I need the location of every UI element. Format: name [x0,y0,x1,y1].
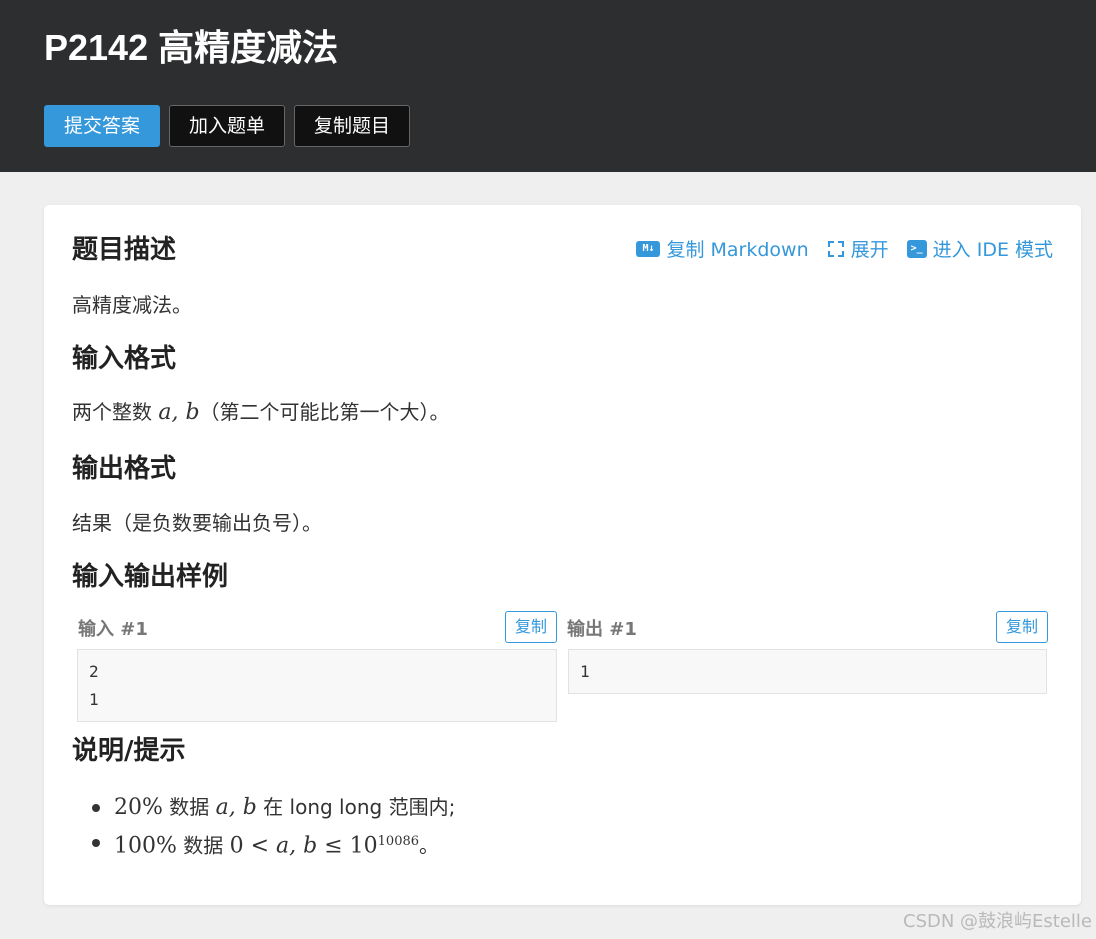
expand-link[interactable]: 展开 [827,235,889,262]
page-title: P2142 高精度减法 [44,27,339,68]
output-format-text: 结果（是负数要输出负号）。 [72,511,322,535]
output-format-heading: 输出格式 [72,454,177,484]
markdown-icon: M↓ [636,240,661,257]
problem-header: P2142 高精度减法 提交答案 加入题单 复制题目 [0,0,1096,172]
samples-heading: 输入输出样例 [72,562,229,592]
copy-markdown-label: 复制 Markdown [666,239,809,261]
ide-mode-label: 进入 IDE 模式 [932,239,1053,261]
list-item: 20% 数据 a, b 在 long long 范围内; [92,790,455,825]
input-format-heading: 输入格式 [72,344,177,374]
copy-markdown-link[interactable]: M↓ 复制 Markdown [636,235,809,262]
expand-icon [827,240,845,258]
submit-answer-button[interactable]: 提交答案 [44,105,161,147]
ide-mode-link[interactable]: >_ 进入 IDE 模式 [906,235,1053,262]
description-text: 高精度减法。 [72,293,192,317]
notes-list: 20% 数据 a, b 在 long long 范围内; 100% 数据 0 <… [92,790,455,864]
sample-input-label: 输入 #1 [78,619,148,640]
notes-heading: 说明/提示 [72,736,186,766]
sample-input-box: 2 1 [77,649,557,722]
expand-label: 展开 [850,239,889,261]
list-item: 100% 数据 0 < a, b ≤ 1010086。 [92,825,455,864]
copy-input-button[interactable]: 复制 [505,611,557,643]
terminal-icon: >_ [906,239,927,258]
copy-problem-button[interactable]: 复制题目 [294,105,411,147]
problem-actions: M↓ 复制 Markdown 展开 >_ 进入 IDE 模式 [636,235,1053,262]
sample-output-box: 1 [568,649,1047,694]
input-format-text: 两个整数 a, b（第二个可能比第一个大）。 [72,400,450,425]
copy-output-button[interactable]: 复制 [996,611,1048,643]
sample-output-label: 输出 #1 [567,619,637,640]
add-to-list-button[interactable]: 加入题单 [169,105,286,147]
problem-card: M↓ 复制 Markdown 展开 >_ 进入 IDE 模式 题目描述 高精度减… [44,205,1081,905]
header-button-row: 提交答案 加入题单 复制题目 [44,105,411,147]
description-heading: 题目描述 [72,235,177,265]
watermark-text: CSDN @鼓浪屿Estelle [903,911,1092,932]
